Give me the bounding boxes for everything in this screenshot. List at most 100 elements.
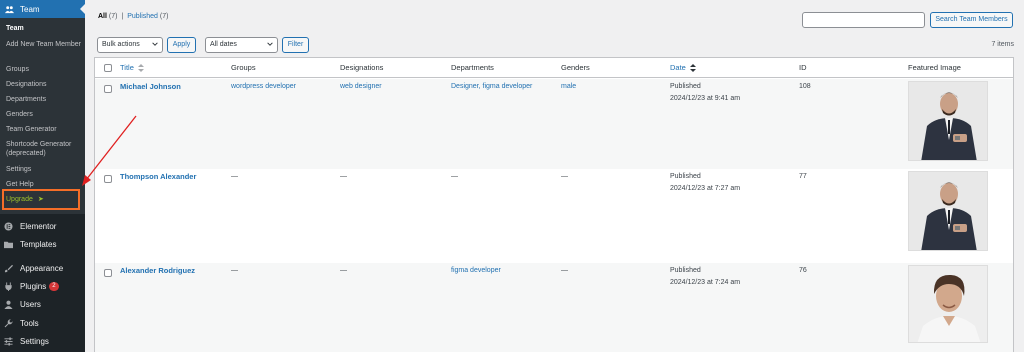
chevron-down-icon <box>267 42 273 46</box>
member-title-link[interactable]: Michael Johnson <box>120 81 181 93</box>
column-header-designations: Designations <box>340 63 384 72</box>
member-designations-link[interactable]: web designer <box>340 81 382 93</box>
sidebar-item-users[interactable]: Users <box>4 297 41 311</box>
view-published-count: (7) <box>159 13 169 20</box>
plugins-update-badge: 2 <box>49 281 59 291</box>
submenu-item-add-new[interactable]: Add New Team Member <box>6 40 82 49</box>
upgrade-arrow-icon: ➤ <box>37 196 44 203</box>
search-team-members-button[interactable]: Search Team Members <box>930 12 1013 28</box>
man-in-suit-photo <box>909 82 987 160</box>
man-in-shirt-photo <box>909 266 987 342</box>
sidebar-item-settings[interactable]: Settings <box>4 334 49 348</box>
team-members-table: Title Groups Designations Departments Ge… <box>94 57 1014 352</box>
settings-icon <box>4 336 13 346</box>
member-id: 77 <box>799 173 807 180</box>
row-checkbox[interactable] <box>104 175 112 183</box>
apply-button[interactable]: Apply <box>167 37 196 53</box>
member-departments-link[interactable]: figma developer <box>451 265 501 277</box>
member-designations: — <box>340 173 347 180</box>
dates-select[interactable]: All dates <box>205 37 278 53</box>
member-id: 108 <box>799 83 811 90</box>
member-date: 2024/12/23 at 9:41 am <box>670 95 741 102</box>
featured-image-thumbnail[interactable] <box>908 171 988 251</box>
submenu-item-genders[interactable]: Genders <box>6 110 82 119</box>
elementor-icon <box>4 221 13 231</box>
sidebar-item-label: Plugins <box>20 281 47 291</box>
table-row: Michael Johnson wordpress developer web … <box>95 79 1013 169</box>
table-header: Title Groups Designations Departments Ge… <box>95 58 1013 78</box>
member-date: 2024/12/23 at 7:24 am <box>670 279 741 286</box>
admin-sidebar: Team Team Add New Team Member Groups Des… <box>0 0 85 352</box>
view-published-link[interactable]: Published <box>127 13 158 20</box>
main-content: All (7) | Published (7) Search Team Memb… <box>85 0 1024 352</box>
member-designations: — <box>340 267 347 274</box>
user-icon <box>4 300 13 309</box>
submenu-item-designations[interactable]: Designations <box>6 80 82 89</box>
items-count: 7 items <box>991 41 1014 48</box>
submenu-item-get-help[interactable]: Get Help <box>6 180 82 189</box>
member-groups: — <box>231 267 238 274</box>
sidebar-item-label: Tools <box>20 318 39 328</box>
member-title-link[interactable]: Alexander Rodriguez <box>120 265 195 277</box>
sidebar-item-label: Users <box>20 299 41 309</box>
sidebar-item-team[interactable]: Team <box>0 0 85 18</box>
man-in-suit-photo <box>909 172 987 250</box>
bulk-actions-select[interactable]: Bulk actions <box>97 37 163 53</box>
upgrade-label: Upgrade <box>6 196 33 203</box>
submenu-item-upgrade[interactable]: Upgrade ➤ <box>6 195 82 204</box>
row-checkbox[interactable] <box>104 85 112 93</box>
submenu-item-settings[interactable]: Settings <box>6 165 82 174</box>
sidebar-item-plugins[interactable]: Plugins 2 <box>4 279 59 293</box>
member-departments: — <box>451 173 458 180</box>
member-genders: — <box>561 173 568 180</box>
view-all-link[interactable]: All <box>98 13 107 20</box>
paintbrush-icon <box>4 264 14 273</box>
member-groups: — <box>231 173 238 180</box>
member-genders: — <box>561 267 568 274</box>
submenu-item-departments[interactable]: Departments <box>6 95 82 104</box>
submenu-item-groups[interactable]: Groups <box>6 65 82 74</box>
row-checkbox[interactable] <box>104 269 112 277</box>
column-title-label: Title <box>120 63 134 72</box>
column-header-featured-image: Featured Image <box>908 63 961 72</box>
column-header-date[interactable]: Date <box>670 63 696 73</box>
member-groups-link[interactable]: wordpress developer <box>231 81 296 93</box>
member-departments-link[interactable]: Designer, figma developer <box>451 81 532 93</box>
member-status: Published <box>670 83 701 90</box>
column-header-groups: Groups <box>231 63 256 72</box>
featured-image-thumbnail[interactable] <box>908 81 988 161</box>
plug-icon <box>4 281 13 291</box>
search-input[interactable] <box>802 12 925 28</box>
featured-image-thumbnail[interactable] <box>908 265 988 343</box>
sort-icon <box>689 64 696 73</box>
column-header-genders: Genders <box>561 63 590 72</box>
column-header-title[interactable]: Title <box>120 63 144 73</box>
member-status: Published <box>670 173 701 180</box>
view-all-count: (7) <box>108 13 118 20</box>
member-title-link[interactable]: Thompson Alexander <box>120 171 196 183</box>
dates-value: All dates <box>210 41 237 48</box>
member-status: Published <box>670 267 701 274</box>
view-filters: All (7) | Published (7) <box>98 13 168 20</box>
member-id: 76 <box>799 267 807 274</box>
submenu-item-shortcode-generator[interactable]: Shortcode Generator (deprecated) <box>6 140 82 158</box>
filter-button[interactable]: Filter <box>282 37 309 53</box>
member-genders-link[interactable]: male <box>561 81 576 93</box>
wrench-icon <box>4 318 13 328</box>
table-row: Alexander Rodriguez — — figma developer … <box>95 263 1013 352</box>
team-icon <box>5 5 14 14</box>
column-date-label: Date <box>670 63 686 72</box>
view-separator: | <box>121 13 124 20</box>
sidebar-item-appearance[interactable]: Appearance <box>4 261 63 275</box>
submenu-item-team-generator[interactable]: Team Generator <box>6 125 82 134</box>
sidebar-item-tools[interactable]: Tools <box>4 316 39 330</box>
table-row: Thompson Alexander — — — — Published 202… <box>95 169 1013 263</box>
column-header-id: ID <box>799 63 807 72</box>
sidebar-item-templates[interactable]: Templates <box>4 237 56 251</box>
submenu-item-team[interactable]: Team <box>6 24 82 33</box>
member-date: 2024/12/23 at 7:27 am <box>670 185 741 192</box>
sidebar-item-elementor[interactable]: Elementor <box>4 219 56 233</box>
select-all-checkbox[interactable] <box>104 64 112 72</box>
sidebar-item-label: Templates <box>20 239 57 249</box>
chevron-down-icon <box>152 42 158 46</box>
